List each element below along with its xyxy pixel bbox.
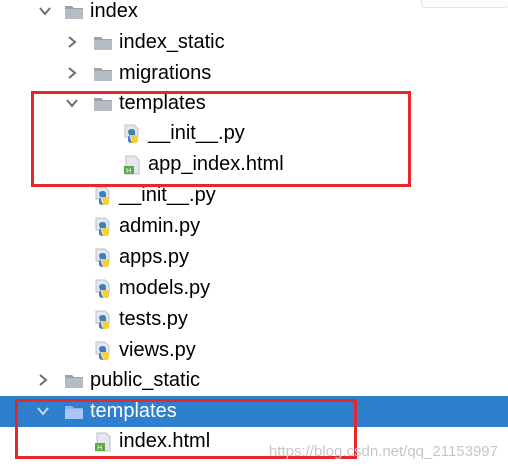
tree-item-views-py[interactable]: views.py [0, 335, 508, 366]
tree-item-label: admin.py [119, 215, 201, 237]
watermark: https://blog.csdn.net/qq_21153997 [268, 443, 498, 460]
tree-item-init-py[interactable]: __init__.py [0, 180, 508, 211]
tree-item-models-py[interactable]: models.py [0, 273, 508, 304]
chevron-down-icon[interactable] [65, 96, 79, 110]
tree-item-label: templates [119, 92, 206, 114]
tree-item-label: migrations [119, 62, 212, 84]
tree-item-init-py[interactable]: __init__.py [0, 118, 508, 149]
tree-item-public-static[interactable]: public_static [0, 365, 508, 396]
chevron-right-icon[interactable] [65, 35, 79, 49]
tree-item-templates-selected[interactable]: templates [0, 396, 508, 427]
tree-item-label: index.html [119, 430, 211, 452]
python-file-icon [93, 279, 113, 299]
chevron-down-icon[interactable] [38, 4, 52, 18]
tree-item-admin-py[interactable]: admin.py [0, 211, 508, 242]
project-tree: index index_static migrations templates … [0, 0, 508, 472]
python-file-icon [122, 124, 142, 144]
svg-text:H: H [97, 444, 102, 452]
tree-item-label: __init__.py [119, 184, 216, 206]
tree-item-label: tests.py [119, 308, 188, 330]
tree-item-label: views.py [119, 339, 196, 361]
tree-item-app-index-html[interactable]: H app_index.html [0, 149, 508, 180]
tree-item-label: models.py [119, 277, 211, 299]
chevron-down-icon[interactable] [36, 404, 50, 418]
python-file-icon [93, 310, 113, 330]
python-file-icon [93, 186, 113, 206]
chevron-right-icon[interactable] [36, 373, 50, 387]
html-file-icon: H [93, 432, 113, 452]
folder-icon [64, 402, 84, 422]
tree-item-index-static[interactable]: index_static [0, 27, 508, 58]
tree-item-migrations[interactable]: migrations [0, 58, 508, 89]
folder-icon [93, 33, 113, 53]
tree-item-label: __init__.py [148, 122, 245, 144]
tree-item-index[interactable]: index [0, 0, 508, 27]
folder-icon [93, 64, 113, 84]
folder-icon [93, 94, 113, 114]
chevron-right-icon[interactable] [65, 66, 79, 80]
tree-item-apps-py[interactable]: apps.py [0, 242, 508, 273]
python-file-icon [93, 341, 113, 361]
html-file-icon: H [122, 155, 142, 175]
tree-item-label: index [90, 0, 138, 22]
tree-item-label: public_static [90, 369, 201, 391]
folder-icon [64, 2, 84, 22]
tree-item-templates[interactable]: templates [0, 88, 508, 119]
svg-text:H: H [126, 167, 131, 175]
tree-item-label: index_static [119, 31, 225, 53]
python-file-icon [93, 217, 113, 237]
folder-icon [64, 371, 84, 391]
tree-item-label: app_index.html [148, 153, 284, 175]
tree-item-label: apps.py [119, 246, 190, 268]
python-file-icon [93, 248, 113, 268]
tree-item-label: templates [90, 400, 177, 422]
tree-item-tests-py[interactable]: tests.py [0, 304, 508, 335]
